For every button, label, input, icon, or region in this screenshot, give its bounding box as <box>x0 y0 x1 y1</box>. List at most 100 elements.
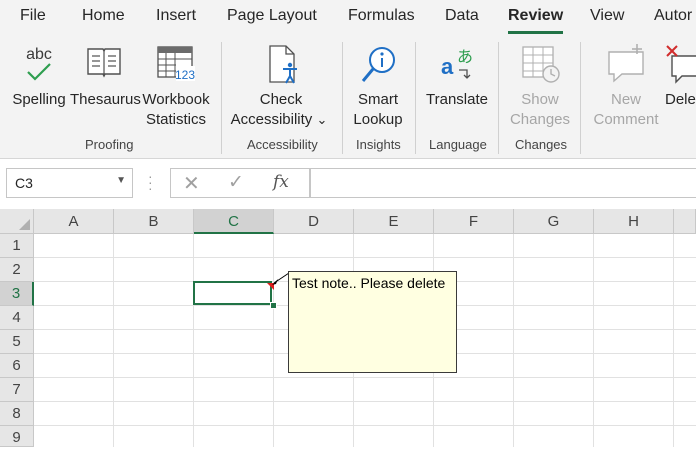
gridline <box>273 234 274 447</box>
svg-text:a: a <box>441 54 454 79</box>
row-header-3[interactable]: 3 <box>0 282 34 306</box>
translate-label: Translate <box>426 91 488 108</box>
group-label-insights: Insights <box>356 137 401 152</box>
tab-file[interactable]: File <box>20 7 46 25</box>
new-comment-label-line2: Comment <box>593 111 659 128</box>
smart-lookup-label-line1: Smart <box>357 91 398 108</box>
row-header-7[interactable]: 7 <box>0 378 34 402</box>
name-box-value: C3 <box>15 175 33 191</box>
chevron-down-icon[interactable]: ⌄ <box>316 112 327 127</box>
svg-text:あ: あ <box>457 47 473 66</box>
drag-handle-icon[interactable]: · · · <box>148 169 153 195</box>
check-accessibility-icon <box>269 45 297 84</box>
column-header-e[interactable]: E <box>354 209 434 234</box>
gridline <box>34 377 696 378</box>
enter-icon[interactable]: ✓ <box>228 171 244 194</box>
spelling-icon: abc <box>26 46 52 81</box>
workbook-statistics-button[interactable]: 123 Workbook Statistics <box>140 40 212 128</box>
show-changes-label-line2: Changes <box>509 111 571 128</box>
new-comment-label-line1: New <box>610 91 641 108</box>
group-label-accessibility: Accessibility <box>247 137 318 152</box>
tab-home[interactable]: Home <box>82 7 125 25</box>
select-all-icon <box>19 219 30 230</box>
smart-lookup-button[interactable]: Smart Lookup <box>350 40 406 128</box>
chevron-down-icon[interactable]: ▼ <box>116 175 126 186</box>
svg-text:abc: abc <box>26 46 52 63</box>
delete-comment-icon <box>666 45 696 84</box>
check-accessibility-button[interactable]: Check Accessibility ⌄ <box>231 40 331 128</box>
group-separator <box>580 42 581 154</box>
group-label-language: Language <box>429 137 487 152</box>
fill-handle[interactable] <box>270 302 277 309</box>
group-label-changes: Changes <box>515 137 568 152</box>
tab-page-layout[interactable]: Page Layout <box>227 7 317 25</box>
column-header-a[interactable]: A <box>34 209 114 234</box>
gridline <box>593 234 594 447</box>
column-header-g[interactable]: G <box>514 209 594 234</box>
new-comment-button[interactable]: New Comment <box>590 40 662 128</box>
select-all-button[interactable] <box>0 209 34 234</box>
menu-bar: File Home Insert Page Layout Formulas Da… <box>0 0 696 36</box>
row-header-4[interactable]: 4 <box>0 306 34 330</box>
tab-automate[interactable]: Autor <box>654 7 692 25</box>
row-header-6[interactable]: 6 <box>0 354 34 378</box>
check-accessibility-label-line1: Check <box>259 91 303 108</box>
smart-lookup-icon <box>361 47 395 82</box>
delete-comment-label: Dele <box>665 91 696 108</box>
column-header-f[interactable]: F <box>434 209 514 234</box>
group-separator <box>415 42 416 154</box>
thesaurus-label: Thesaurus <box>70 91 141 108</box>
row-header-8[interactable]: 8 <box>0 402 34 426</box>
column-header-b[interactable]: B <box>114 209 194 234</box>
column-header-i[interactable] <box>674 209 696 234</box>
column-header-c[interactable]: C <box>194 209 274 234</box>
gridline <box>113 234 114 447</box>
svg-text:123: 123 <box>175 68 195 82</box>
spelling-button[interactable]: abc Spelling <box>10 40 68 118</box>
tab-insert[interactable]: Insert <box>156 7 196 25</box>
thesaurus-button[interactable]: Thesaurus <box>70 40 141 118</box>
show-changes-icon <box>522 46 560 83</box>
group-separator <box>498 42 499 154</box>
workbook-statistics-icon: 123 <box>157 46 195 82</box>
gridline <box>34 401 696 402</box>
translate-icon: a あ <box>441 47 473 79</box>
insert-function-icon[interactable]: fx <box>273 172 289 192</box>
check-accessibility-label-line2: Accessibility ⌄ <box>227 110 331 130</box>
delete-comment-button[interactable]: Dele <box>664 40 696 118</box>
group-separator <box>342 42 343 154</box>
formula-input[interactable] <box>310 168 696 198</box>
new-comment-icon <box>608 44 644 83</box>
row-header-2[interactable]: 2 <box>0 258 34 282</box>
tab-view[interactable]: View <box>590 7 624 25</box>
column-header-h[interactable]: H <box>594 209 674 234</box>
cell-note-text: Test note.. Please delete <box>292 275 446 291</box>
row-header-5[interactable]: 5 <box>0 330 34 354</box>
smart-lookup-label-line2: Lookup <box>353 111 403 128</box>
workbook-statistics-label-line2: Statistics <box>145 111 206 128</box>
cancel-icon[interactable]: ✕ <box>183 171 200 196</box>
active-cell-c3[interactable] <box>193 281 272 305</box>
gridline <box>513 234 514 447</box>
spelling-label: Spelling <box>12 91 66 108</box>
tab-data[interactable]: Data <box>445 7 479 25</box>
show-changes-button[interactable]: Show Changes <box>508 40 572 128</box>
workbook-statistics-label-line1: Workbook <box>142 91 210 108</box>
cell-note[interactable]: Test note.. Please delete <box>288 271 457 373</box>
check-accessibility-label-text: Accessibility <box>230 111 313 128</box>
tab-review[interactable]: Review <box>508 7 563 25</box>
gridline <box>34 257 696 258</box>
ribbon: abc Spelling Thesaurus 123 Workbook Stat… <box>0 36 696 159</box>
group-label-proofing: Proofing <box>85 137 134 152</box>
column-header-d[interactable]: D <box>274 209 354 234</box>
gridline <box>193 234 194 447</box>
gridline <box>34 425 696 426</box>
row-header-9[interactable]: 9 <box>0 426 34 447</box>
group-separator <box>221 42 222 154</box>
row-header-1[interactable]: 1 <box>0 234 34 258</box>
show-changes-label-line1: Show <box>521 91 559 108</box>
translate-button[interactable]: a あ Translate <box>424 40 490 118</box>
tab-formulas[interactable]: Formulas <box>348 7 415 25</box>
name-box[interactable]: C3 ▼ <box>6 168 133 198</box>
active-tab-indicator <box>508 31 563 34</box>
